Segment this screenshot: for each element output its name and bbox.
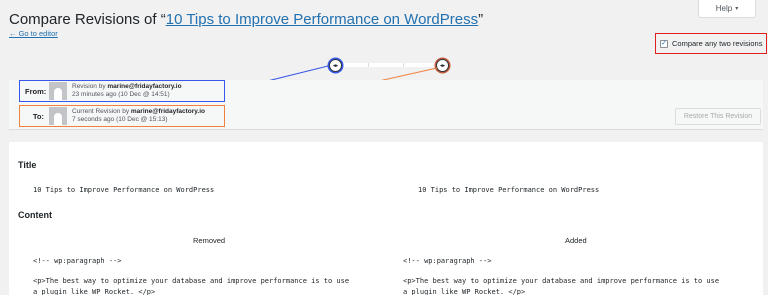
- avatar: [49, 82, 67, 100]
- compare-label: Compare any two revisions: [672, 39, 763, 48]
- to-author: marine@fridayfactory.io: [130, 108, 206, 115]
- revision-to: To: Current Revision by marine@fridayfac…: [19, 105, 225, 127]
- revision-from: From: Revision by marine@fridayfactory.i…: [19, 80, 225, 102]
- from-label: From:: [25, 86, 47, 96]
- to-label: To:: [32, 111, 44, 121]
- diff-old-line: <!-- wp:paragraph -->: [33, 257, 122, 265]
- slider-tick: [403, 63, 404, 67]
- drag-arrows-icon: ◂▸: [332, 62, 339, 69]
- diff-old-line: a plugin like WP Rocket. </p>: [33, 288, 156, 295]
- restore-revision-button[interactable]: Restore This Revision: [675, 108, 761, 125]
- diff-new-line: a plugin like WP Rocket. </p>: [403, 288, 526, 295]
- from-details: Revision by marine@fridayfactory.io 23 m…: [72, 83, 182, 99]
- from-time: 23 minutes ago (10 Dec @ 14:51): [72, 91, 170, 98]
- content-heading: Content: [18, 210, 52, 220]
- post-title-link[interactable]: 10 Tips to Improve Performance on WordPr…: [166, 11, 478, 28]
- compare-any-two-toggle[interactable]: ✓ Compare any two revisions: [655, 33, 767, 54]
- title-prefix: Compare Revisions of “: [9, 11, 166, 28]
- avatar: [49, 107, 67, 125]
- chevron-down-icon: ▾: [735, 6, 739, 12]
- added-label: Added: [565, 236, 587, 245]
- checkmark-icon: ✓: [661, 40, 667, 47]
- diff-new-line: <!-- wp:paragraph -->: [403, 257, 492, 265]
- diff-new-line: <p>The best way to optimize your databas…: [403, 277, 720, 285]
- go-to-editor-link[interactable]: ← Go to editor: [9, 29, 58, 38]
- slider-handle-to[interactable]: ◂▸: [436, 59, 449, 72]
- page-title: Compare Revisions of “10 Tips to Improve…: [9, 11, 483, 28]
- title-new: 10 Tips to Improve Performance on WordPr…: [418, 186, 600, 194]
- from-author: marine@fridayfactory.io: [107, 83, 182, 90]
- revision-slider-track[interactable]: [336, 63, 442, 67]
- diff-old-line: <p>The best way to optimize your databas…: [33, 277, 350, 285]
- title-suffix: ”: [478, 11, 484, 28]
- to-prefix: Current Revision by: [72, 108, 131, 115]
- slider-handle-from[interactable]: ◂▸: [329, 59, 342, 72]
- from-prefix: Revision by: [72, 83, 108, 90]
- to-time: 7 seconds ago (10 Dec @ 15:13): [72, 116, 168, 123]
- drag-arrows-icon: ◂▸: [439, 62, 446, 69]
- compare-checkbox[interactable]: ✓: [660, 39, 668, 48]
- slider-tick: [368, 63, 369, 67]
- title-heading: Title: [18, 160, 37, 170]
- help-tab[interactable]: Help ▾: [698, 0, 756, 18]
- title-old: 10 Tips to Improve Performance on WordPr…: [33, 186, 215, 194]
- diff-panel: Title 10 Tips to Improve Performance on …: [9, 142, 763, 295]
- to-details: Current Revision by marine@fridayfactory…: [72, 108, 205, 124]
- help-label: Help: [715, 4, 733, 13]
- removed-label: Removed: [193, 236, 226, 245]
